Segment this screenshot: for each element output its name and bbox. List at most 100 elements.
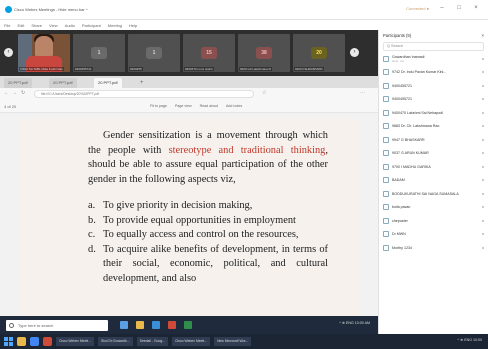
system-tray[interactable]: ^ ⊕ ENG 10:00 AM (339, 321, 370, 325)
participant-row[interactable]: ◦ 9883 Dr. Ch. Lakshmana Rao (379, 120, 488, 134)
participant-row[interactable]: ◦ Gowardhan Inamadi Host, me (379, 52, 488, 66)
participant-row[interactable]: ◦ 9700 I MADHU GARIKA (379, 160, 488, 174)
menu-meeting[interactable]: Meeting (108, 23, 122, 28)
video-tile[interactable]: 15 9400470 nomi Joshri (183, 34, 235, 72)
participant-row[interactable]: ◦ chepuster (379, 214, 488, 228)
taskbar-app-webex[interactable]: Cisco Webex Meeti... (56, 337, 94, 346)
video-tile[interactable]: 1 9400455 (128, 34, 180, 72)
menu-file[interactable]: File (4, 23, 10, 28)
new-tab-button[interactable]: + (140, 78, 144, 88)
mic-icon[interactable]: ◦ (383, 163, 389, 170)
mic-icon[interactable]: ◦ (383, 123, 389, 130)
menu-participant[interactable]: Participant (82, 23, 101, 28)
participant-row[interactable]: ◦ BODDUKURATHI SAI NAGA SUMASALA (379, 187, 488, 201)
more-icon[interactable] (482, 179, 484, 182)
mic-icon[interactable]: ◦ (383, 96, 389, 103)
url-input[interactable]: file:///C:/Users/Desktop/20%20PPT.pdf (34, 90, 254, 98)
video-tile[interactable]: 20 9400 KSHRAMVIDR (293, 34, 345, 72)
tab-pdf-active[interactable]: 20 PPT.pdf (94, 78, 122, 88)
system-tray-clock[interactable]: ^ ⊕ ENG 10:00 (458, 338, 482, 342)
participant-row[interactable]: ◦ bolla pavan (379, 201, 488, 215)
star-icon[interactable]: ☆ (262, 90, 266, 96)
more-icon[interactable] (482, 57, 484, 60)
page-indicator[interactable]: 4 of 20 (4, 104, 16, 109)
mic-icon[interactable]: ◦ (383, 82, 389, 89)
mic-icon[interactable]: ◦ (383, 136, 389, 143)
taskbar-app-webex-2[interactable]: Cisco Webex Meeti... (172, 337, 211, 346)
mic-icon[interactable]: ◦ (383, 190, 389, 197)
menu-dots-icon[interactable]: ⋯ (360, 90, 365, 96)
menu-edit[interactable]: Edit (17, 23, 24, 28)
more-icon[interactable] (482, 98, 484, 101)
more-icon[interactable] (482, 84, 484, 87)
more-icon[interactable] (482, 233, 484, 236)
mic-icon[interactable]: ◦ (383, 217, 389, 224)
windows-start-icon[interactable] (4, 337, 13, 346)
more-icon[interactable] (482, 152, 484, 155)
mic-icon[interactable]: ◦ (383, 231, 389, 238)
tab-pdf[interactable]: 20 PPT.pdf (4, 78, 32, 88)
taskbar-app-skul[interactable]: Skul Dr:Gowardh... (97, 337, 133, 346)
participant-row[interactable]: ◦ 9400455721 (379, 93, 488, 107)
minimize-button[interactable]: – (438, 5, 446, 11)
mic-icon[interactable]: ◦ (383, 244, 389, 251)
taskbar-app-word[interactable]: New Microsoft Wor... (214, 337, 252, 346)
video-next-button[interactable]: › (350, 48, 359, 57)
menu-view[interactable]: View (49, 23, 58, 28)
tab-pdf[interactable]: 20 PPT.pdf (49, 78, 77, 88)
fit-page-button[interactable]: Fit to page (150, 104, 167, 108)
maximize-button[interactable]: □ (455, 5, 463, 11)
video-tile[interactable]: 1 9400455721 (73, 34, 125, 72)
read-aloud-button[interactable]: Read aloud (200, 104, 218, 108)
taskbar-app-chrome[interactable]: Seedall - Goog... (136, 337, 169, 346)
participant-row[interactable]: ◦ 9947 G BHASKARR (379, 133, 488, 147)
excel-icon[interactable] (184, 321, 192, 329)
close-button[interactable]: × (472, 5, 480, 11)
participant-row[interactable]: ◦ 9742 Dr. Indu Pavan Kumar Kini... (379, 66, 488, 80)
menu-help[interactable]: Help (129, 23, 137, 28)
participant-row[interactable]: ◦ Murthy 1234 (379, 241, 488, 255)
back-arrow-icon[interactable]: ← (4, 90, 9, 96)
video-tile[interactable]: VIDHI SA TABL Mala Kruthi Ran (18, 34, 70, 72)
participant-row[interactable]: ◦ Dr MWN (379, 228, 488, 242)
more-icon[interactable] (482, 206, 484, 209)
mic-icon[interactable]: ◦ (383, 150, 389, 157)
window-title[interactable]: Cisco Webex Meetings - Hide menu bar ^ (14, 7, 88, 12)
menu-audio[interactable]: Audio (65, 23, 75, 28)
video-prev-button[interactable]: ‹ (4, 48, 13, 57)
participant-row[interactable]: ◦ 9400455721 (379, 79, 488, 93)
more-icon[interactable] (482, 165, 484, 168)
taskbar-search-input[interactable]: Type here to search (6, 320, 108, 331)
menu-share[interactable]: Share (31, 23, 42, 28)
more-icon[interactable] (482, 219, 484, 222)
office-icon[interactable] (168, 321, 176, 329)
more-icon[interactable] (482, 246, 484, 249)
add-notes-button[interactable]: Add notes (226, 104, 242, 108)
mic-icon[interactable]: ◦ (383, 55, 389, 62)
taskview-icon[interactable] (120, 321, 128, 329)
store-icon[interactable] (152, 321, 160, 329)
participant-search-input[interactable]: Q Search (383, 42, 484, 51)
more-icon[interactable] (482, 111, 484, 114)
participant-row[interactable]: ◦ 9037 G ARUN KUMAR (379, 147, 488, 161)
video-tile[interactable]: 38 9400 G3 Lakshmana R (238, 34, 290, 72)
powerpoint-icon[interactable] (43, 337, 52, 346)
more-icon[interactable] (482, 192, 484, 195)
participant-row[interactable]: ◦ BADAM (379, 174, 488, 188)
mic-icon[interactable]: ◦ (383, 204, 389, 211)
more-icon[interactable] (482, 71, 484, 74)
page-view-button[interactable]: Page view (175, 104, 192, 108)
folder-icon[interactable] (136, 321, 144, 329)
more-icon[interactable] (482, 138, 484, 141)
more-icon[interactable] (482, 125, 484, 128)
explorer-icon[interactable] (17, 337, 26, 346)
chrome-icon[interactable] (30, 337, 39, 346)
mic-icon[interactable]: ◦ (383, 177, 389, 184)
refresh-icon[interactable]: ↻ (21, 90, 25, 96)
mic-icon[interactable]: ◦ (383, 109, 389, 116)
participant-row[interactable]: ◦ 9400470 Lakshmi Sai Nehapodi (379, 106, 488, 120)
mic-icon[interactable]: ◦ (383, 69, 389, 76)
forward-arrow-icon[interactable]: → (12, 90, 17, 96)
close-panel-icon[interactable]: × (482, 33, 484, 39)
connection-status[interactable]: Connected ● (406, 6, 429, 11)
